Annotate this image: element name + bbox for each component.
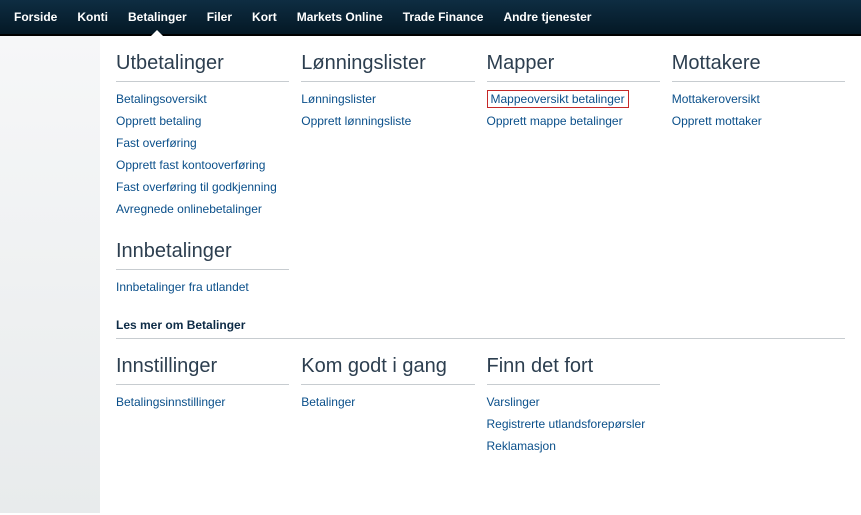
nav-kort[interactable]: Kort: [242, 0, 287, 35]
section-mottakere: Mottakere Mottakeroversikt Opprett motta…: [672, 52, 845, 128]
section-title-lonningslister: Lønningslister: [301, 52, 474, 82]
link-opprett-mottaker[interactable]: Opprett mottaker: [672, 114, 762, 128]
link-kom-godt-betalinger[interactable]: Betalinger: [301, 395, 355, 409]
section-title-mapper: Mapper: [487, 52, 660, 82]
section-mapper: Mapper Mappeoversikt betalinger Opprett …: [487, 52, 660, 128]
link-betalingsoversikt[interactable]: Betalingsoversikt: [116, 92, 207, 106]
section-utbetalinger: Utbetalinger Betalingsoversikt Opprett b…: [116, 52, 289, 216]
link-registrerte-utlandsforesporsler[interactable]: Registrerte utlandsforepørsler: [487, 417, 646, 431]
section-title-utbetalinger: Utbetalinger: [116, 52, 289, 82]
link-mappeoversikt-betalinger[interactable]: Mappeoversikt betalinger: [487, 90, 629, 108]
nav-andre-tjenester[interactable]: Andre tjenester: [493, 0, 601, 35]
link-mottakeroversikt[interactable]: Mottakeroversikt: [672, 92, 760, 106]
section-title-finn-det-fort: Finn det fort: [487, 355, 660, 385]
link-fast-overforing[interactable]: Fast overføring: [116, 136, 197, 150]
link-opprett-mappe-betalinger[interactable]: Opprett mappe betalinger: [487, 114, 623, 128]
section-innstillinger: Innstillinger Betalingsinnstillinger: [116, 355, 289, 409]
link-les-mer-betalinger[interactable]: Les mer om Betalinger: [116, 318, 289, 332]
row-divider: [116, 338, 845, 339]
nav-filer[interactable]: Filer: [197, 0, 242, 35]
sidebar: [0, 36, 100, 513]
link-opprett-lonningsliste[interactable]: Opprett lønningsliste: [301, 114, 411, 128]
link-avregnede-onlinebetalinger[interactable]: Avregnede onlinebetalinger: [116, 202, 262, 216]
section-title-innbetalinger: Innbetalinger: [116, 240, 289, 270]
section-innbetalinger: Innbetalinger Innbetalinger fra utlandet: [116, 240, 289, 294]
link-varslinger[interactable]: Varslinger: [487, 395, 540, 409]
section-title-kom-godt: Kom godt i gang: [301, 355, 474, 385]
link-opprett-betaling[interactable]: Opprett betaling: [116, 114, 201, 128]
top-nav: Forside Konti Betalinger Filer Kort Mark…: [0, 0, 861, 36]
section-title-innstillinger: Innstillinger: [116, 355, 289, 385]
nav-forside[interactable]: Forside: [4, 0, 67, 35]
section-finn-det-fort: Finn det fort Varslinger Registrerte utl…: [487, 355, 660, 453]
nav-betalinger[interactable]: Betalinger: [118, 0, 197, 35]
section-kom-godt-i-gang: Kom godt i gang Betalinger: [301, 355, 474, 409]
nav-trade-finance[interactable]: Trade Finance: [393, 0, 494, 35]
link-innbetalinger-utlandet[interactable]: Innbetalinger fra utlandet: [116, 280, 249, 294]
section-lonningslister: Lønningslister Lønningslister Opprett lø…: [301, 52, 474, 128]
nav-konti[interactable]: Konti: [67, 0, 118, 35]
section-title-mottakere: Mottakere: [672, 52, 845, 82]
content-area: Utbetalinger Betalingsoversikt Opprett b…: [100, 36, 861, 513]
link-betalingsinnstillinger[interactable]: Betalingsinnstillinger: [116, 395, 225, 409]
link-lonningslister[interactable]: Lønningslister: [301, 92, 376, 106]
link-fast-overforing-godkjenning[interactable]: Fast overføring til godkjenning: [116, 180, 277, 194]
link-opprett-fast-kontooverforing[interactable]: Opprett fast kontooverføring: [116, 158, 265, 172]
link-reklamasjon[interactable]: Reklamasjon: [487, 439, 556, 453]
nav-markets-online[interactable]: Markets Online: [287, 0, 393, 35]
